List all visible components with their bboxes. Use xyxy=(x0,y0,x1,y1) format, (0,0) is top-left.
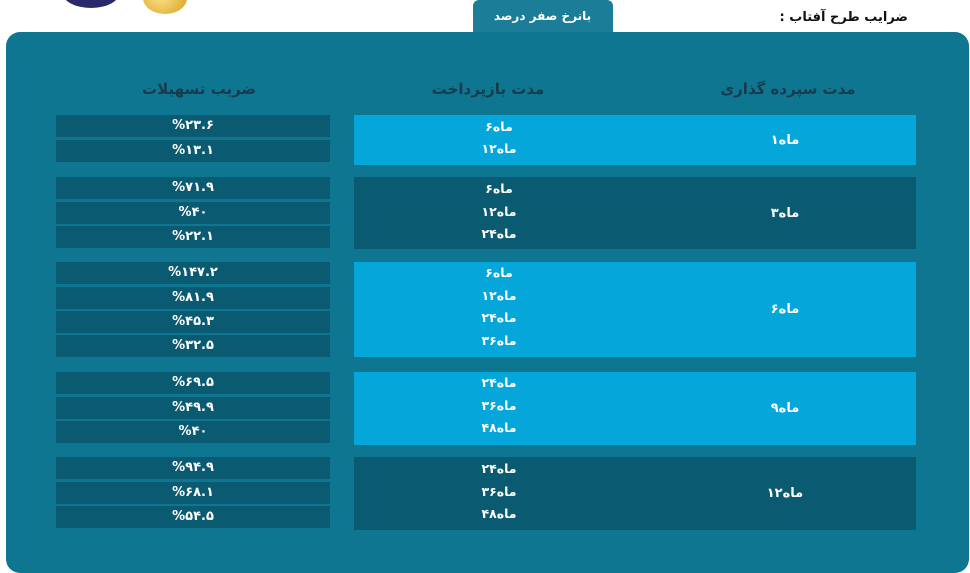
repayment-period: ۲۴ماه xyxy=(481,375,517,390)
repayment-period: ۶ماه xyxy=(485,181,513,196)
repayment-periods: ۶ماه ۱۲ماه xyxy=(354,115,654,165)
repayment-period: ۴۸ماه xyxy=(481,420,517,435)
repayment-period: ۶ماه xyxy=(485,265,513,280)
column-header-repayment: مدت بازپرداخت xyxy=(431,80,545,98)
repayment-periods: ۶ماه ۱۲ماه ۲۴ماه ۳۶ماه xyxy=(354,262,654,357)
coefficient-cell: %۴۰ xyxy=(56,202,330,224)
repayment-period: ۴۸ماه xyxy=(481,506,517,521)
repayment-period: ۱۲ماه xyxy=(481,204,517,219)
repayment-period: ۲۴ماه xyxy=(481,226,517,241)
coefficients-panel: مدت سپرده گذاری مدت بازپرداخت ضریب تسهیل… xyxy=(6,32,969,573)
deposit-duration: ۱ماه xyxy=(770,132,800,148)
coefficient-cell: %۳۲.۵ xyxy=(56,335,330,357)
coefficient-cell: %۸۱.۹ xyxy=(56,287,330,309)
deposit-group: ۶ماه ۶ماه ۱۲ماه ۲۴ماه ۳۶ماه xyxy=(354,262,916,357)
deposit-duration: ۱۲ماه xyxy=(766,486,804,501)
repayment-period: ۳۶ماه xyxy=(481,484,517,499)
deposit-group: ۹ماه ۲۴ماه ۳۶ماه ۴۸ماه xyxy=(354,372,916,445)
zero-rate-tab[interactable]: بانرخ صفر درصد xyxy=(472,0,613,33)
coefficient-cell: %۶۸.۱ xyxy=(56,482,330,504)
coefficient-cell: %۹۴.۹ xyxy=(56,457,330,479)
repayment-period: ۱۲ماه xyxy=(481,141,517,156)
coefficient-cell: %۲۲.۱ xyxy=(56,226,330,248)
coefficient-cell: %۵۴.۵ xyxy=(56,506,330,528)
repayment-period: ۳۶ماه xyxy=(481,398,517,413)
coefficient-cell: %۴۹.۹ xyxy=(56,397,330,419)
deposit-group: ۱۲ماه ۲۴ماه ۳۶ماه ۴۸ماه xyxy=(354,457,916,530)
repayment-periods: ۶ماه ۱۲ماه ۲۴ماه xyxy=(354,177,654,249)
coefficient-cell: %۶۹.۵ xyxy=(56,372,330,394)
repayment-period: ۶ماه xyxy=(485,119,513,134)
deposit-duration: ۹ماه xyxy=(770,401,800,416)
column-header-deposit: مدت سپرده گذاری xyxy=(720,80,856,98)
header: ضرایب طرح آفتاب : بانرخ صفر درصد xyxy=(472,0,970,33)
deposit-group: ۱ماه ۶ماه ۱۲ماه xyxy=(354,115,916,165)
coin-gold-decoration xyxy=(143,0,187,14)
coefficient-cell: %۴۰ xyxy=(56,421,330,443)
deposit-duration: ۶ماه xyxy=(770,302,800,317)
header-label: ضرایب طرح آفتاب : xyxy=(779,10,908,25)
coefficient-cell: %۲۳.۶ xyxy=(56,115,330,137)
coefficient-cell: %۴۵.۳ xyxy=(56,311,330,333)
coin-purple-decoration xyxy=(62,0,120,8)
repayment-periods: ۲۴ماه ۳۶ماه ۴۸ماه xyxy=(354,457,654,530)
coefficient-cell: %۱۴۷.۲ xyxy=(56,262,330,284)
coefficient-cell: %۷۱.۹ xyxy=(56,177,330,199)
coefficient-cell: %۱۳.۱ xyxy=(56,140,330,162)
repayment-period: ۲۴ماه xyxy=(481,310,517,325)
deposit-group: ۳ماه ۶ماه ۱۲ماه ۲۴ماه xyxy=(354,177,916,249)
deposit-duration: ۳ماه xyxy=(770,205,800,221)
column-header-coefficient: ضریب تسهیلات xyxy=(142,80,256,98)
repayment-period: ۱۲ماه xyxy=(481,288,517,303)
repayment-period: ۲۴ماه xyxy=(481,461,517,476)
repayment-periods: ۲۴ماه ۳۶ماه ۴۸ماه xyxy=(354,372,654,445)
repayment-period: ۳۶ماه xyxy=(481,333,517,348)
